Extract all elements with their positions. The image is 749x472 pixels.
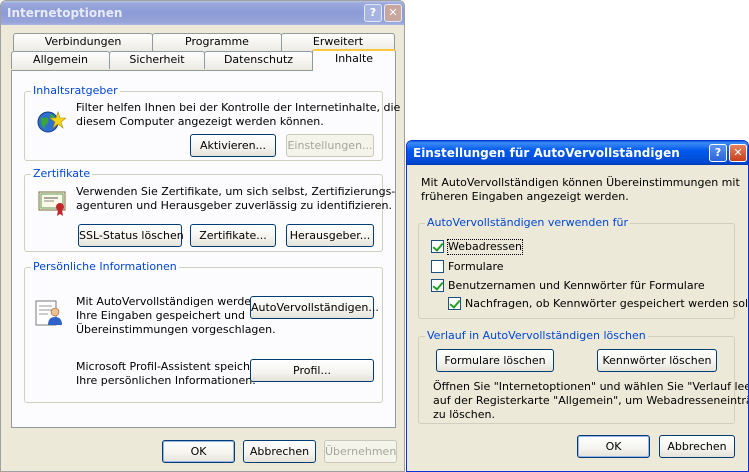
tab-sicherheit[interactable]: Sicherheit bbox=[109, 51, 205, 69]
autocomplete-text-1: Mit AutoVervollständigen werden bbox=[76, 295, 259, 308]
internet-options-titlebar[interactable]: Internetoptionen ? ✕ bbox=[1, 1, 404, 25]
certificate-icon bbox=[38, 191, 66, 216]
close-button[interactable]: ✕ bbox=[384, 4, 402, 22]
content-tab-panel: Inhaltsratgeber Filter helfen Ihnen bei … bbox=[11, 70, 404, 428]
help-button[interactable]: ? bbox=[364, 4, 382, 22]
web-addresses-label: Webadressen bbox=[447, 239, 523, 255]
certificates-text-2: agenturen und Herausgeber zuverlässig zu… bbox=[76, 199, 392, 212]
personal-info-title: Persönliche Informationen bbox=[31, 260, 179, 273]
clear-history-note-3: zu löschen. bbox=[433, 408, 496, 421]
dialog-cancel-button[interactable]: Abbrechen bbox=[659, 435, 735, 458]
ok-button[interactable]: OK bbox=[162, 440, 235, 463]
clear-history-note-2: auf der Registerkarte "Allgemein", um We… bbox=[433, 394, 749, 407]
clear-forms-button[interactable]: Formulare löschen bbox=[436, 349, 554, 372]
web-addresses-checkbox[interactable] bbox=[431, 240, 444, 253]
profile-text-1: Microsoft Profil-Assistent speichert bbox=[76, 360, 266, 373]
help-icon: ? bbox=[714, 146, 722, 159]
user-profile-icon bbox=[35, 300, 62, 326]
forms-checkbox[interactable] bbox=[431, 260, 444, 273]
dialog-close-button[interactable]: ✕ bbox=[729, 144, 747, 162]
ssl-status-clear-button[interactable]: SSL-Status löschen bbox=[78, 224, 184, 247]
clear-passwords-button[interactable]: Kennwörter löschen bbox=[597, 349, 717, 372]
cancel-button[interactable]: Abbrechen bbox=[243, 440, 316, 463]
close-icon: ✕ bbox=[733, 146, 743, 159]
tab-allgemein[interactable]: Allgemein bbox=[11, 51, 110, 69]
tab-programme[interactable]: Programme bbox=[152, 33, 282, 51]
activate-button[interactable]: Aktivieren... bbox=[190, 134, 276, 157]
prompt-save-passwords-checkbox[interactable] bbox=[448, 297, 461, 310]
profile-button[interactable]: Profil... bbox=[250, 359, 374, 382]
internet-options-window: Internetoptionen ? ✕ Verbindungen Progra… bbox=[0, 0, 405, 472]
certificates-title: Zertifikate bbox=[31, 167, 93, 180]
prompt-save-passwords-label: Nachfragen, ob Kennwörter gespeichert we… bbox=[465, 297, 749, 310]
publishers-button[interactable]: Herausgeber... bbox=[286, 224, 374, 247]
help-icon: ? bbox=[369, 6, 377, 19]
dialog-intro-text-2: früheren Eingaben angezeigt werden. bbox=[421, 190, 629, 203]
tab-inhalte[interactable]: Inhalte bbox=[312, 49, 396, 71]
content-advisor-text-2: diesem Computer angezeigt werden können. bbox=[76, 115, 324, 128]
autocomplete-button[interactable]: AutoVervollständigen... bbox=[250, 296, 379, 319]
clear-history-title: Verlauf in AutoVervollständigen löschen bbox=[425, 329, 648, 342]
apply-button[interactable]: Übernehmen bbox=[324, 440, 397, 463]
use-for-title: AutoVervollständigen verwenden für bbox=[425, 216, 630, 229]
profile-text-2: Ihre persönlichen Informationen. bbox=[76, 374, 256, 387]
autocomplete-settings-dialog: Einstellungen für AutoVervollständigen ?… bbox=[406, 140, 749, 472]
forms-label: Formulare bbox=[448, 260, 504, 273]
autocomplete-text-3: Übereinstimmungen vorgeschlagen. bbox=[76, 323, 276, 336]
certificates-text-1: Verwenden Sie Zertifikate, um sich selbs… bbox=[76, 185, 396, 198]
dialog-help-button[interactable]: ? bbox=[709, 144, 727, 162]
dialog-ok-button[interactable]: OK bbox=[577, 435, 650, 458]
internet-options-title: Internetoptionen bbox=[7, 6, 123, 20]
content-advisor-title: Inhaltsratgeber bbox=[31, 84, 120, 97]
content-advisor-text-1: Filter helfen Ihnen bei der Kontrolle de… bbox=[76, 101, 405, 114]
autocomplete-text-2: Ihre Eingaben gespeichert und bbox=[76, 309, 246, 322]
tab-datenschutz[interactable]: Datenschutz bbox=[204, 51, 313, 69]
advisor-settings-button[interactable]: Einstellungen... bbox=[286, 134, 374, 157]
globe-star-icon bbox=[37, 111, 66, 133]
close-icon: ✕ bbox=[388, 6, 398, 19]
autocomplete-dialog-titlebar[interactable]: Einstellungen für AutoVervollständigen ?… bbox=[407, 141, 748, 165]
clear-history-note-1: Öffnen Sie "Internetoptionen" und wählen… bbox=[433, 380, 749, 393]
usernames-passwords-label: Benutzernamen und Kennwörter für Formula… bbox=[448, 279, 705, 292]
tab-verbindungen[interactable]: Verbindungen bbox=[13, 33, 153, 51]
certificates-button[interactable]: Zertifikate... bbox=[190, 224, 276, 247]
dialog-intro-text-1: Mit AutoVervollständigen können Übereins… bbox=[421, 176, 740, 189]
autocomplete-dialog-title: Einstellungen für AutoVervollständigen bbox=[413, 146, 680, 160]
usernames-passwords-checkbox[interactable] bbox=[431, 279, 444, 292]
